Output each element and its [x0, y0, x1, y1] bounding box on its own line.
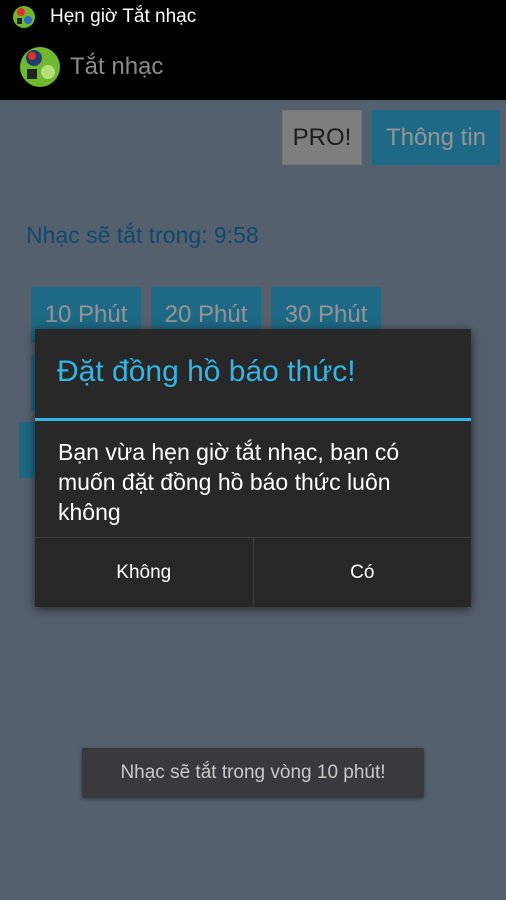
dialog-title: Đặt đồng hồ báo thức!	[57, 355, 356, 388]
music-timer-app-icon	[13, 6, 35, 28]
dialog-message: Bạn vừa hẹn giờ tắt nhạc, bạn có muốn đặ…	[58, 439, 400, 525]
toast-message: Nhạc sẽ tắt trong vòng 10 phút!	[82, 748, 424, 798]
alarm-dialog: Đặt đồng hồ báo thức! Bạn vừa hẹn giờ tắ…	[35, 329, 471, 608]
dialog-divider	[35, 418, 471, 421]
dialog-button-bar: Không Có	[35, 537, 471, 608]
music-timer-logo-icon[interactable]	[18, 45, 62, 89]
status-bar-title: Hẹn giờ Tắt nhạc	[50, 6, 197, 27]
action-bar-title: Tắt nhạc	[70, 53, 164, 80]
dialog-yes-button[interactable]: Có	[252, 538, 472, 608]
dialog-no-button[interactable]: Không	[35, 538, 253, 608]
status-bar: Hẹn giờ Tắt nhạc	[0, 0, 506, 34]
action-bar: Tắt nhạc	[0, 34, 506, 100]
